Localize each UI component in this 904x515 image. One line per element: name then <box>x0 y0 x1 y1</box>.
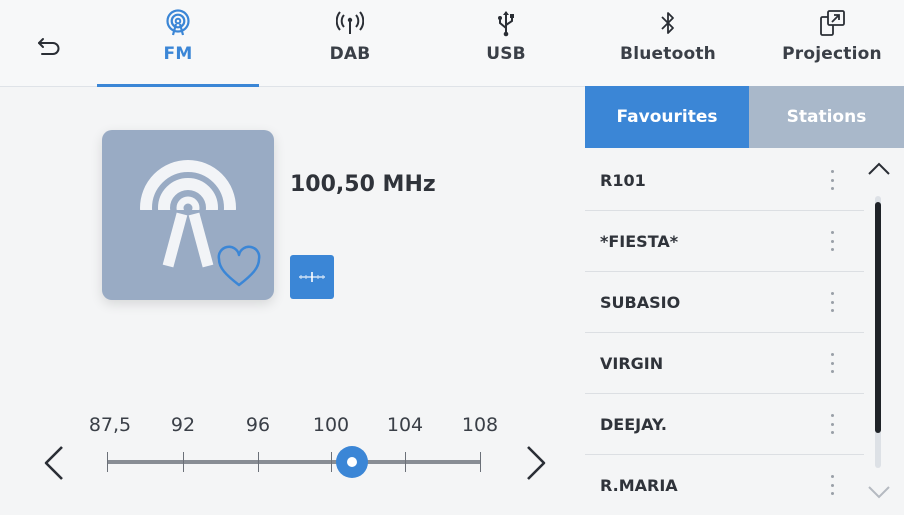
scale-tick <box>480 452 481 472</box>
station-name: SUBASIO <box>600 292 681 312</box>
chevron-down-icon <box>868 486 890 499</box>
scale-tick <box>183 452 184 472</box>
more-options-icon[interactable] <box>829 292 835 312</box>
station-name: R.MARIA <box>600 475 678 495</box>
tab-dab[interactable]: DAB <box>290 0 410 86</box>
tab-fm-label: FM <box>163 44 193 64</box>
scroll-down-button[interactable] <box>867 484 891 503</box>
scan-button[interactable] <box>290 255 334 299</box>
dab-antenna-icon <box>336 8 364 38</box>
station-list: R101 *FIESTA* SUBASIO VIRGIN DEEJAY. R.M… <box>585 150 864 515</box>
fm-radio-icon <box>165 8 191 38</box>
tab-dab-label: DAB <box>329 44 371 64</box>
frequency-display: 100,50 MHz <box>290 172 436 197</box>
frequency-scale: 87,5 92 96 100 104 108 <box>0 400 570 500</box>
frequency-slider-thumb[interactable] <box>336 446 369 478</box>
station-name: VIRGIN <box>600 353 664 373</box>
tune-down-button[interactable] <box>40 443 68 487</box>
tab-stations[interactable]: Stations <box>749 86 904 148</box>
projection-icon <box>817 8 847 38</box>
scale-label: 96 <box>245 414 271 436</box>
usb-icon <box>496 8 516 38</box>
frequency-slider-track[interactable] <box>107 460 481 464</box>
tune-up-button[interactable] <box>522 443 550 487</box>
favourite-heart-button[interactable] <box>216 245 262 293</box>
station-name: R101 <box>600 170 646 190</box>
list-item[interactable]: VIRGIN <box>585 333 864 394</box>
scale-tick <box>405 452 406 472</box>
scale-label: 108 <box>461 414 499 436</box>
more-options-icon[interactable] <box>829 475 835 495</box>
more-options-icon[interactable] <box>829 353 835 373</box>
heart-icon <box>217 245 261 287</box>
station-name: DEEJAY. <box>600 414 667 434</box>
more-options-icon[interactable] <box>829 231 835 251</box>
top-bar: FM DAB USB Bluetooth Projection <box>0 0 904 87</box>
scrollbar-thumb[interactable] <box>875 202 881 434</box>
tab-usb-label: USB <box>486 44 526 64</box>
scale-tick <box>258 452 259 472</box>
scale-label: 100 <box>312 414 350 436</box>
tab-bluetooth-label: Bluetooth <box>620 44 716 64</box>
scale-tick <box>107 452 108 472</box>
chevron-right-icon <box>527 446 546 480</box>
tuning-scale-icon <box>299 272 325 282</box>
list-item[interactable]: DEEJAY. <box>585 394 864 455</box>
scale-label: 92 <box>170 414 196 436</box>
chevron-up-icon <box>868 162 890 175</box>
list-item[interactable]: R101 <box>585 150 864 211</box>
scale-tick <box>331 452 332 472</box>
scrollbar[interactable] <box>875 196 881 468</box>
tab-bluetooth[interactable]: Bluetooth <box>600 0 736 86</box>
tab-usb[interactable]: USB <box>446 0 566 86</box>
back-button[interactable] <box>34 30 64 60</box>
bluetooth-icon <box>659 8 677 38</box>
list-item[interactable]: *FIESTA* <box>585 211 864 272</box>
station-name: *FIESTA* <box>600 231 679 251</box>
list-item[interactable]: SUBASIO <box>585 272 864 333</box>
station-list-panel: Favourites Stations R101 *FIESTA* SUBASI… <box>585 86 904 508</box>
tab-fm[interactable]: FM <box>97 0 259 87</box>
more-options-icon[interactable] <box>829 170 835 190</box>
scale-label: 104 <box>386 414 424 436</box>
list-item[interactable]: R.MARIA <box>585 455 864 515</box>
tab-projection-label: Projection <box>782 44 882 64</box>
back-arrow-icon <box>38 38 60 55</box>
more-options-icon[interactable] <box>829 414 835 434</box>
chevron-left-icon <box>44 446 63 480</box>
scale-label: 87,5 <box>88 414 132 436</box>
tab-favourites[interactable]: Favourites <box>585 86 749 148</box>
tab-projection[interactable]: Projection <box>770 0 894 86</box>
scroll-up-button[interactable] <box>867 161 891 180</box>
